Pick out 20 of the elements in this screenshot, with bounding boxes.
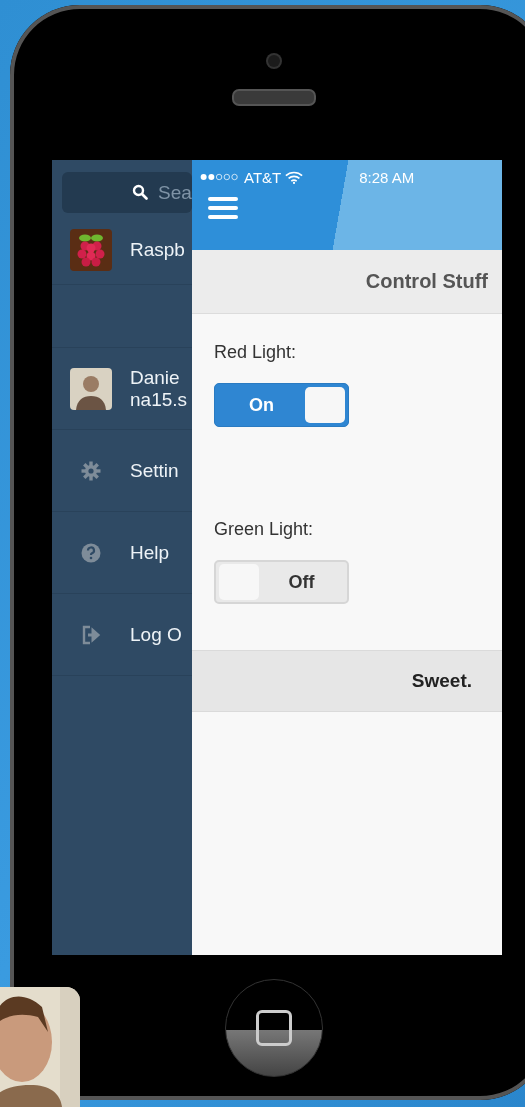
toggle-switch[interactable]: On xyxy=(214,383,349,427)
gear-icon xyxy=(81,460,101,481)
help-icon xyxy=(81,542,101,563)
toggle-label: Red Light: xyxy=(214,342,297,363)
logout-icon xyxy=(81,624,101,645)
toggle-switch[interactable]: Off xyxy=(214,560,349,604)
signal-icon xyxy=(200,172,240,182)
camera-icon xyxy=(268,55,280,67)
sweet-button[interactable]: Sweet. xyxy=(192,650,502,712)
search-field[interactable]: Sea xyxy=(62,172,192,213)
toggle-label: Green Light: xyxy=(214,519,314,540)
menu-icon[interactable] xyxy=(208,196,238,220)
raspberry-icon xyxy=(70,228,112,271)
menu-item[interactable]: Danie na15.s xyxy=(52,348,192,430)
status-time: 8:28 AM xyxy=(359,168,415,186)
wifi-icon xyxy=(285,170,304,184)
carrier-name: AT&T xyxy=(244,168,282,186)
avatar-icon xyxy=(70,367,112,410)
menu-item[interactable]: Raspb xyxy=(52,215,192,285)
page-title: Control Stuff xyxy=(365,270,488,293)
